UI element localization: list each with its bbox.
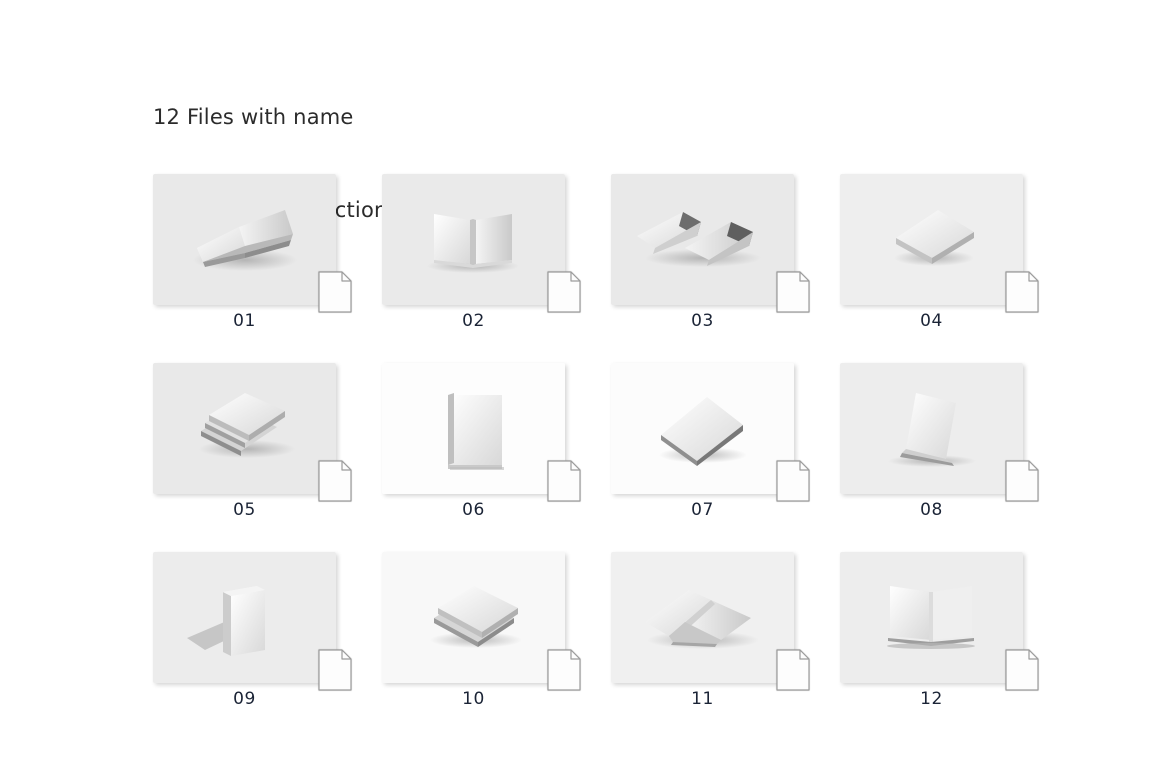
thumbnail-label: 01: [233, 311, 256, 331]
thumbnail-canvas: [840, 363, 1023, 494]
document-page-icon: [776, 460, 810, 502]
thumbnail-cell[interactable]: 03: [611, 174, 810, 334]
thumbnail-image[interactable]: [153, 174, 352, 313]
document-page-icon: [776, 649, 810, 691]
page-canvas: 12 Files with name and image instruction…: [0, 0, 1160, 774]
thumbnail-cell[interactable]: 01: [153, 174, 352, 334]
thumbnail-canvas: [153, 363, 336, 494]
thumbnail-label: 03: [691, 311, 714, 331]
document-page-icon: [318, 271, 352, 313]
thumbnail-label: 02: [462, 311, 485, 331]
document-page-icon: [1005, 460, 1039, 502]
thumbnail-image[interactable]: [840, 174, 1039, 313]
document-page-icon: [547, 649, 581, 691]
thumbnail-image[interactable]: [840, 552, 1039, 691]
document-page-icon: [1005, 649, 1039, 691]
thumbnail-canvas: [611, 174, 794, 305]
thumbnail-label: 12: [920, 689, 943, 709]
thumbnail-canvas: [382, 174, 565, 305]
thumbnail-image[interactable]: [840, 363, 1039, 502]
thumbnail-label: 05: [233, 500, 256, 520]
thumbnail-canvas: [153, 552, 336, 683]
thumbnail-label: 04: [920, 311, 943, 331]
document-page-icon: [318, 649, 352, 691]
thumbnail-image[interactable]: [611, 552, 810, 691]
thumbnail-cell[interactable]: 05: [153, 363, 352, 523]
thumbnail-label: 10: [462, 689, 485, 709]
thumbnail-cell[interactable]: 06: [382, 363, 581, 523]
document-page-icon: [318, 460, 352, 502]
thumbnail-image[interactable]: [382, 552, 581, 691]
thumbnail-image[interactable]: [382, 363, 581, 502]
thumbnail-image[interactable]: [611, 174, 810, 313]
thumbnail-canvas: [382, 363, 565, 494]
thumbnail-cell[interactable]: 04: [840, 174, 1039, 334]
thumbnail-canvas: [840, 552, 1023, 683]
thumbnail-label: 09: [233, 689, 256, 709]
document-page-icon: [547, 460, 581, 502]
thumbnail-cell[interactable]: 08: [840, 363, 1039, 523]
thumbnail-canvas: [153, 174, 336, 305]
thumbnail-label: 11: [691, 689, 714, 709]
thumbnail-label: 06: [462, 500, 485, 520]
thumbnail-cell[interactable]: 12: [840, 552, 1039, 712]
thumbnail-canvas: [611, 363, 794, 494]
thumbnail-cell[interactable]: 10: [382, 552, 581, 712]
thumbnail-image[interactable]: [382, 174, 581, 313]
thumbnail-cell[interactable]: 09: [153, 552, 352, 712]
thumbnail-cell[interactable]: 11: [611, 552, 810, 712]
thumbnail-image[interactable]: [611, 363, 810, 502]
thumbnail-cell[interactable]: 02: [382, 174, 581, 334]
thumbnail-cell[interactable]: 07: [611, 363, 810, 523]
document-page-icon: [1005, 271, 1039, 313]
thumbnail-grid: 01 02 03 04 05 06 07 08 09 10 11 12: [153, 174, 1039, 712]
thumbnail-label: 08: [920, 500, 943, 520]
document-page-icon: [776, 271, 810, 313]
document-page-icon: [547, 271, 581, 313]
thumbnail-canvas: [382, 552, 565, 683]
page-title-line-1: 12 Files with name: [153, 105, 354, 129]
thumbnail-canvas: [840, 174, 1023, 305]
thumbnail-canvas: [611, 552, 794, 683]
thumbnail-image[interactable]: [153, 363, 352, 502]
thumbnail-image[interactable]: [153, 552, 352, 691]
thumbnail-label: 07: [691, 500, 714, 520]
